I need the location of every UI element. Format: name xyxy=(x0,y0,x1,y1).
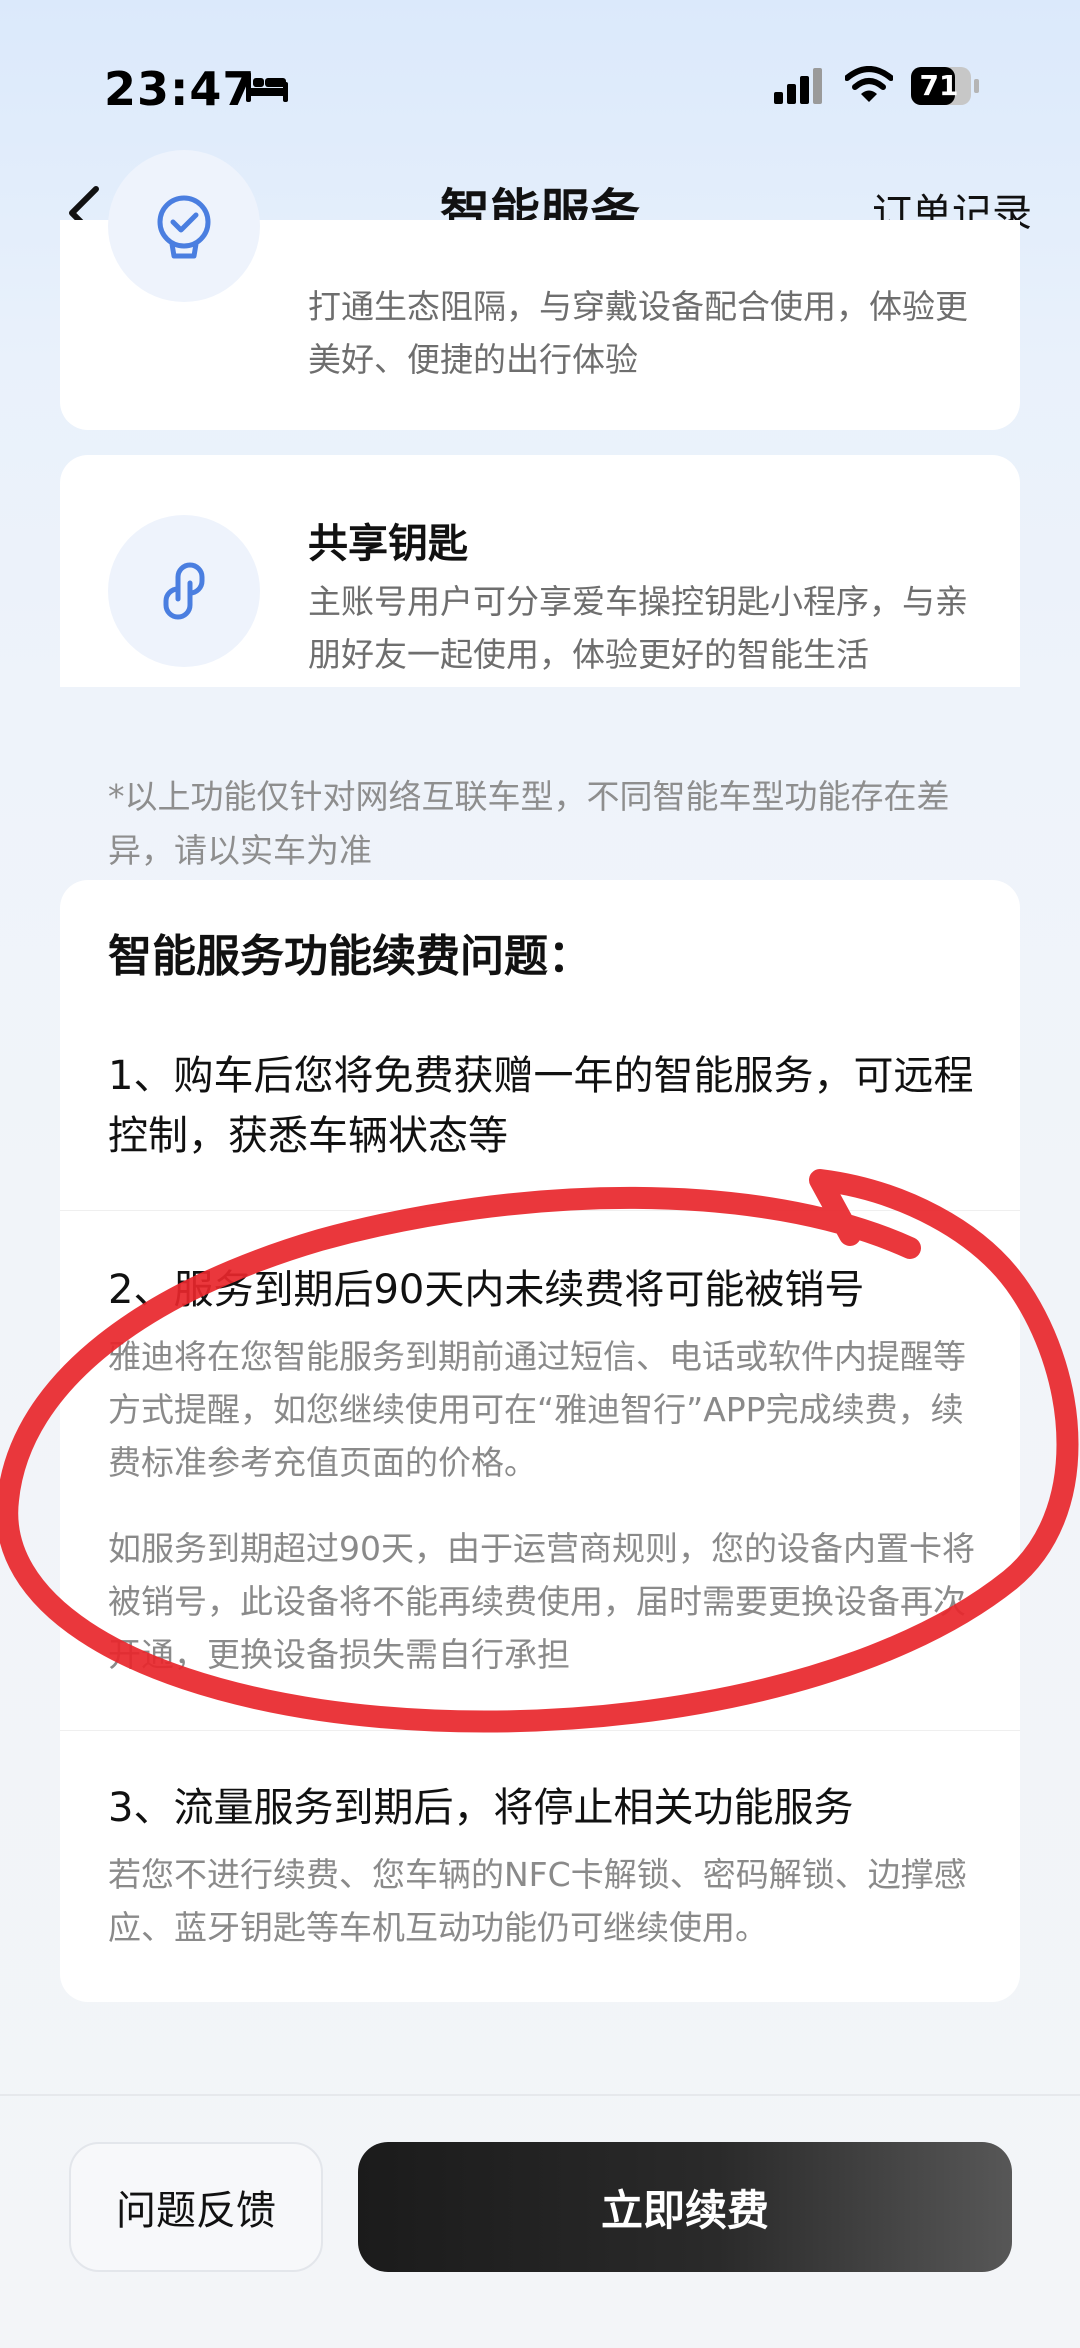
link-key-icon xyxy=(163,562,205,620)
feature-description: 打通生态阻隔，与穿戴设备配合使用，体验更美好、便捷的出行体验 xyxy=(308,287,968,379)
feedback-button[interactable]: 问题反馈 xyxy=(69,2142,323,2272)
faq-answer-3: 若您不进行续费、您车辆的NFC卡解锁、密码解锁、边撑感应、蓝牙钥匙等车机互动功能… xyxy=(108,1855,967,1947)
status-time: 23:47 xyxy=(104,62,256,116)
faq-heading: 智能服务功能续费问题： xyxy=(108,931,592,982)
feature-icon-circle xyxy=(108,150,260,302)
disclaimer-text: *以上功能仅针对网络互联车型，不同智能车型功能存在差异，请以实车为准 xyxy=(108,777,950,870)
faq-answer-2b: 如服务到期超过90天，由于运营商规则，您的设备内置卡将被销号，此设备将不能再续费… xyxy=(108,1529,975,1674)
faq-question-1: 1、购车后您将免费获赠一年的智能服务，可远程控制，获悉车辆状态等 xyxy=(108,1053,974,1159)
feature-description: 主账号用户可分享爱车操控钥匙小程序，与亲朋好友一起使用，体验更好的智能生活 xyxy=(308,582,968,674)
faq-question-3: 3、流量服务到期后，将停止相关功能服务 xyxy=(108,1785,854,1831)
faq-question-2: 2、服务到期后90天内未续费将可能被销号 xyxy=(108,1267,865,1313)
divider xyxy=(60,1730,1020,1731)
signal-icon xyxy=(774,68,822,104)
feature-title: 共享钥匙 xyxy=(308,521,468,567)
faq-card: 智能服务功能续费问题： 1、购车后您将免费获赠一年的智能服务，可远程控制，获悉车… xyxy=(60,880,1020,2002)
divider xyxy=(60,1210,1020,1211)
bottom-divider xyxy=(0,2094,1080,2096)
watch-icon xyxy=(157,195,211,259)
feature-card-wearable: 打通生态阻隔，与穿戴设备配合使用，体验更美好、便捷的出行体验 xyxy=(60,150,1020,430)
battery-level: 71 xyxy=(919,69,959,102)
feature-icon-circle xyxy=(108,515,260,667)
faq-answer-2a: 雅迪将在您智能服务到期前通过短信、电话或软件内提醒等方式提醒，如您继续使用可在“… xyxy=(108,1337,966,1482)
bed-icon xyxy=(246,72,288,102)
feature-card-shared-key: 共享钥匙 主账号用户可分享爱车操控钥匙小程序，与亲朋好友一起使用，体验更好的智能… xyxy=(60,455,1020,687)
wifi-icon xyxy=(845,66,893,102)
renew-now-button[interactable]: 立即续费 xyxy=(358,2142,1012,2272)
status-bar: 23:47 71 xyxy=(0,0,1080,150)
